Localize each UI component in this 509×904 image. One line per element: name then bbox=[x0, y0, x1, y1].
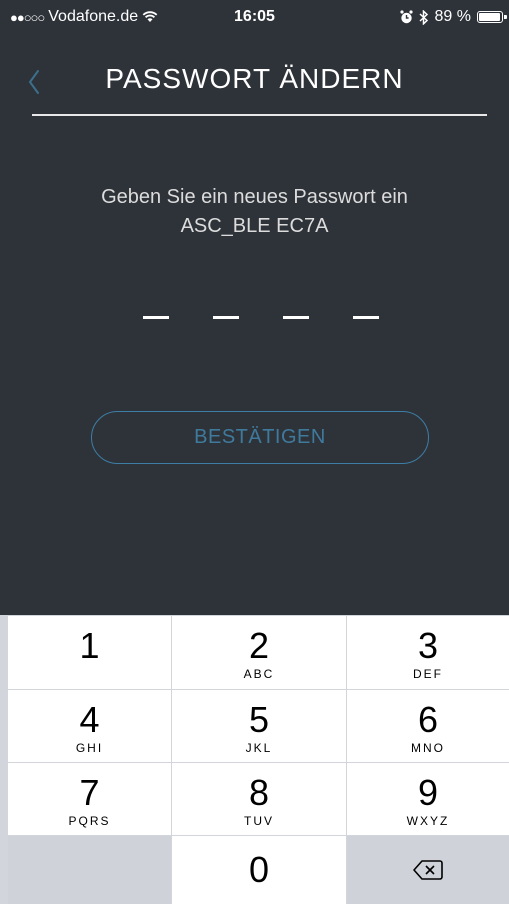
key-5[interactable]: 5 JKL bbox=[172, 690, 346, 762]
pin-digit-2[interactable] bbox=[213, 316, 239, 319]
prompt-text: Geben Sie ein neues Passwort ein bbox=[101, 186, 408, 208]
key-7[interactable]: 7 PQRS bbox=[8, 763, 171, 835]
title-divider bbox=[32, 114, 487, 116]
pin-digit-3[interactable] bbox=[283, 316, 309, 319]
key-digit: 6 bbox=[417, 699, 439, 740]
key-8[interactable]: 8 TUV bbox=[172, 763, 346, 835]
key-letters: ABC bbox=[243, 667, 275, 681]
key-letters: DEF bbox=[413, 667, 443, 681]
key-digit: 3 bbox=[417, 625, 439, 666]
backspace-icon bbox=[413, 860, 443, 880]
delete-key[interactable] bbox=[347, 836, 509, 904]
key-letters: GHI bbox=[75, 741, 104, 755]
key-6[interactable]: 6 MNO bbox=[347, 690, 509, 762]
key-letters: MNO bbox=[411, 741, 445, 755]
page-title: PASSWORT ÄNDERN bbox=[105, 63, 404, 94]
key-letters: TUV bbox=[244, 814, 274, 828]
key-digit: 5 bbox=[248, 699, 270, 740]
alarm-icon bbox=[399, 10, 413, 24]
numeric-keypad: 1 2 ABC 3 DEF 4 GHI 5 JKL 6 MNO 7 PQRS 8… bbox=[0, 615, 509, 904]
key-3[interactable]: 3 DEF bbox=[347, 616, 509, 689]
key-4[interactable]: 4 GHI bbox=[8, 690, 171, 762]
key-2[interactable]: 2 ABC bbox=[172, 616, 346, 689]
status-right: 89 % bbox=[399, 8, 507, 26]
key-letters: JKL bbox=[245, 741, 273, 755]
status-bar: ●●○○○ Vodafone.de 16:05 89 % bbox=[0, 0, 509, 36]
key-digit: 1 bbox=[79, 625, 100, 666]
battery-icon bbox=[477, 11, 507, 23]
key-9[interactable]: 9 WXYZ bbox=[347, 763, 509, 835]
key-blank bbox=[8, 836, 171, 904]
key-digit: 8 bbox=[248, 772, 270, 813]
key-digit: 4 bbox=[79, 699, 100, 740]
password-prompt: Geben Sie ein neues Passwort ein ASC_BLE… bbox=[0, 183, 509, 241]
key-1[interactable]: 1 bbox=[8, 616, 171, 689]
bluetooth-icon bbox=[419, 9, 428, 25]
device-name: ASC_BLE EC7A bbox=[180, 215, 329, 237]
key-digit: 0 bbox=[248, 849, 270, 890]
key-letters: WXYZ bbox=[406, 814, 450, 828]
battery-percent: 89 % bbox=[434, 8, 471, 25]
key-letters: PQRS bbox=[68, 814, 111, 828]
pin-digit-4[interactable] bbox=[353, 316, 379, 319]
confirm-button[interactable]: BESTÄTIGEN bbox=[91, 411, 429, 464]
key-digit: 7 bbox=[79, 772, 100, 813]
key-digit: 2 bbox=[248, 625, 270, 666]
pin-digit-1[interactable] bbox=[143, 316, 169, 319]
screen: ●●○○○ Vodafone.de 16:05 89 % PASSWORT ÄN… bbox=[0, 0, 509, 904]
key-0[interactable]: 0 bbox=[172, 836, 346, 904]
key-digit: 9 bbox=[417, 772, 439, 813]
